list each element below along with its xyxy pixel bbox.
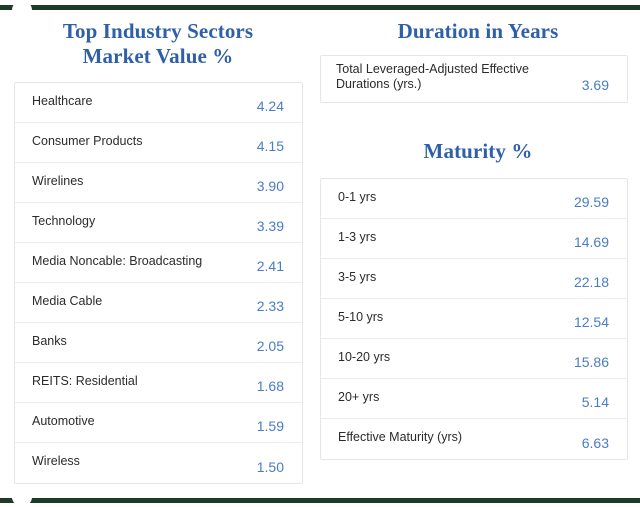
row-label: Media Noncable: Broadcasting <box>32 254 203 268</box>
row-value: 1.59 <box>256 418 284 434</box>
row-value: 2.33 <box>256 298 284 314</box>
table-row: Consumer Products 4.15 <box>15 123 302 163</box>
row-label: Wirelines <box>32 174 84 188</box>
table-row: Effective Maturity (yrs) 6.63 <box>321 419 627 459</box>
row-value: 5.14 <box>581 394 609 410</box>
row-label: Automotive <box>32 414 95 428</box>
row-value: 2.41 <box>256 258 284 274</box>
page-title-top-industry-sectors: Top Industry Sectors Market Value % <box>0 19 316 69</box>
row-value: 3.90 <box>256 178 284 194</box>
page-content: Top Industry Sectors Market Value % Heal… <box>0 10 640 492</box>
table-row: Technology 3.39 <box>15 203 302 243</box>
table-row: Healthcare 4.24 <box>15 83 302 123</box>
row-value: 1.68 <box>256 378 284 394</box>
row-value: 4.24 <box>256 98 284 114</box>
row-label: Banks <box>32 334 67 348</box>
table-row: REITS: Residential 1.68 <box>15 363 302 403</box>
duration-table: Total Leveraged-Adjusted Effective Durat… <box>320 55 628 103</box>
row-value: 3.69 <box>581 77 609 93</box>
table-row: 3-5 yrs 22.18 <box>321 259 627 299</box>
table-row: Media Cable 2.33 <box>15 283 302 323</box>
row-label: 3-5 yrs <box>338 270 377 284</box>
table-row: Banks 2.05 <box>15 323 302 363</box>
row-label: Consumer Products <box>32 134 143 148</box>
row-value: 15.86 <box>573 354 609 370</box>
row-label: 20+ yrs <box>338 390 380 404</box>
table-row: Wirelines 3.90 <box>15 163 302 203</box>
maturity-table: 0-1 yrs 29.59 1-3 yrs 14.69 3-5 yrs 22.1… <box>320 178 628 460</box>
table-row: Automotive 1.59 <box>15 403 302 443</box>
row-value: 12.54 <box>573 314 609 330</box>
row-label: Healthcare <box>32 94 93 108</box>
table-row: 1-3 yrs 14.69 <box>321 219 627 259</box>
row-value: 4.15 <box>256 138 284 154</box>
bottom-divider-rule <box>0 498 640 503</box>
table-row: 5-10 yrs 12.54 <box>321 299 627 339</box>
title-line-2: Market Value % <box>82 44 234 68</box>
row-label: Wireless <box>32 454 80 468</box>
row-label: 5-10 yrs <box>338 310 384 324</box>
table-row: Media Noncable: Broadcasting 2.41 <box>15 243 302 283</box>
table-row: Wireless 1.50 <box>15 443 302 483</box>
row-value: 3.39 <box>256 218 284 234</box>
row-label: REITS: Residential <box>32 374 138 388</box>
row-label: 0-1 yrs <box>338 190 377 204</box>
row-label: Technology <box>32 214 96 228</box>
table-row: Total Leveraged-Adjusted Effective Durat… <box>321 56 627 102</box>
top-notch-shape <box>12 1 32 10</box>
row-label: Effective Maturity (yrs) <box>338 430 463 444</box>
table-row: 20+ yrs 5.14 <box>321 379 627 419</box>
row-label: 10-20 yrs <box>338 350 391 364</box>
title-line-1: Top Industry Sectors <box>62 19 254 43</box>
page-title-maturity: Maturity % <box>423 139 533 163</box>
right-column: Duration in Years Total Leveraged-Adjust… <box>316 10 640 492</box>
row-label: Total Leveraged-Adjusted Effective Durat… <box>336 62 529 91</box>
row-value: 2.05 <box>256 338 284 354</box>
bottom-notch-shape <box>12 497 32 506</box>
top-industry-sectors-table: Healthcare 4.24 Consumer Products 4.15 W… <box>14 82 303 484</box>
page-title-duration-in-years: Duration in Years <box>397 19 559 43</box>
row-value: 29.59 <box>573 194 609 210</box>
left-column: Top Industry Sectors Market Value % Heal… <box>0 10 316 492</box>
table-row: 0-1 yrs 29.59 <box>321 179 627 219</box>
row-label: Media Cable <box>32 294 103 308</box>
row-value: 14.69 <box>573 234 609 250</box>
row-value: 6.63 <box>581 435 609 451</box>
row-value: 22.18 <box>573 274 609 290</box>
row-value: 1.50 <box>256 459 284 475</box>
table-row: 10-20 yrs 15.86 <box>321 339 627 379</box>
row-label: 1-3 yrs <box>338 230 377 244</box>
